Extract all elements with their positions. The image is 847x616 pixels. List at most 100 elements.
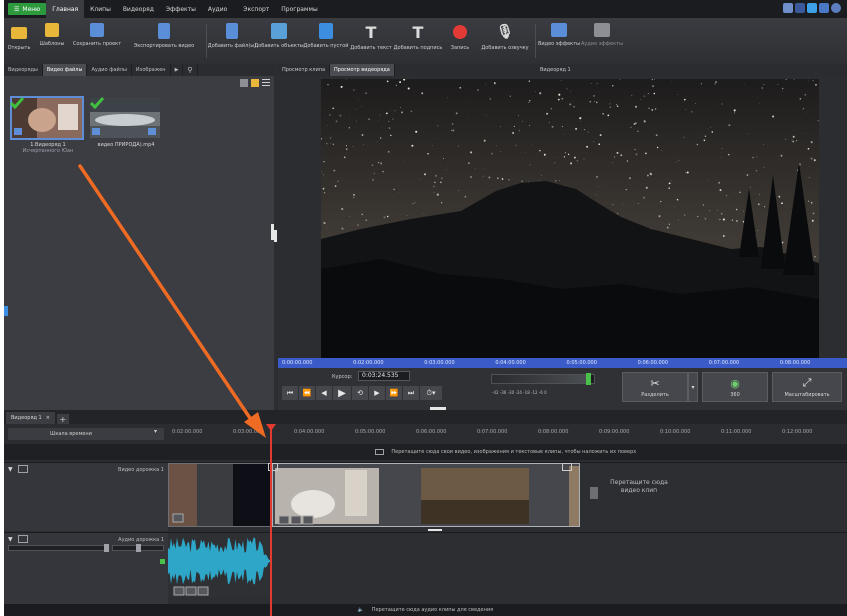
video-effects-button[interactable]: Видео эффекты (538, 18, 580, 47)
chevron-down-icon[interactable]: ▾ (154, 428, 157, 435)
mute-indicator[interactable] (160, 559, 165, 564)
next-frame-icon[interactable]: ⏩ (386, 386, 402, 400)
video-drop-zone[interactable]: Перетащите сюда видео клип (594, 479, 684, 495)
audio-effects-icon (594, 23, 610, 37)
volume-meter[interactable] (491, 373, 595, 385)
toolbar: Открыть Шаблоны Сохранить проект Экспорт… (4, 18, 847, 64)
tab-clip-preview[interactable]: Просмотр клипа (278, 64, 331, 76)
collapse-icon[interactable]: ▼ (8, 466, 13, 473)
add-files-button[interactable]: Добавить файл(ы) (208, 18, 256, 49)
overlay-track-drop-zone[interactable]: Перетащите сюда свои видео, изображения … (4, 444, 847, 460)
menu-audio[interactable]: Аудио (202, 0, 233, 18)
preview-time-ruler[interactable]: 0:00:00.000 0:02:00.000 0:03:00.000 0:04… (278, 358, 847, 368)
add-caption-button[interactable]: T Добавить подпись (393, 18, 443, 52)
audio-effects-button[interactable]: Аудио эффекты (580, 18, 624, 47)
step-back-icon[interactable]: ◀ (316, 386, 332, 400)
like-icon[interactable] (783, 3, 793, 13)
slider-knob[interactable] (104, 544, 109, 552)
video-clip-2[interactable] (272, 463, 580, 527)
delete-icon[interactable] (240, 79, 248, 87)
playhead-handle[interactable] (266, 424, 276, 431)
fullscreen-button[interactable]: ⤢ Масштабировать (772, 372, 842, 402)
video-clip-1[interactable] (168, 463, 271, 527)
add-objects-button[interactable]: Добавить объекты (254, 18, 304, 49)
prev-frame-icon[interactable]: ⏪ (299, 386, 315, 400)
menu-sequence[interactable]: Видеоряд (117, 0, 160, 18)
audio-clip[interactable] (168, 533, 271, 597)
preview-splitter[interactable] (274, 230, 277, 242)
play-icon[interactable]: ▶ (333, 386, 351, 400)
search-icon[interactable]: ⚲ (183, 64, 198, 76)
media-item-label: 1.Видеоряд 1 Исчерпанного Юан (22, 142, 74, 154)
collapse-icon[interactable]: ▼ (8, 536, 13, 543)
save-project-button[interactable]: Сохранить проект (70, 18, 124, 47)
tab-sequence-preview[interactable]: Просмотр видеоряда (330, 64, 395, 76)
timeline-tick-label: 0:03:00.000 (233, 429, 264, 435)
timeline-tick-label: 0:05:00.000 (355, 429, 386, 435)
help-icon[interactable] (831, 3, 841, 13)
video-track-name: Видео дорожка 1 (118, 467, 164, 473)
audio-drop-zone[interactable]: 🔈 Перетащите сюда аудио клипы для сведен… (4, 604, 847, 616)
audio-track-icon (18, 535, 28, 543)
facebook-icon[interactable] (795, 3, 805, 13)
timeline-tick-label: 0:07:00.000 (477, 429, 508, 435)
add-caption-icon: T (412, 22, 424, 42)
templates-button[interactable]: Шаблоны (34, 18, 70, 47)
menu-programs[interactable]: Программы (275, 0, 323, 18)
record-button[interactable]: Запись (443, 18, 477, 51)
transport-buttons: ⏮ ⏪ ◀ ▶ ⟲ ▶ ⏩ ⏭ ⏱▾ (282, 386, 442, 400)
step-forward-icon[interactable]: ▶ (369, 386, 385, 400)
main-menu-button[interactable]: ☰ Меню (8, 3, 47, 15)
view-360-button[interactable]: ◉ 360 (702, 372, 768, 402)
youtube-icon[interactable] (819, 3, 829, 13)
go-to-start-icon[interactable]: ⏮ (282, 386, 298, 400)
export-video-button[interactable]: Экспортировать видео (124, 18, 204, 49)
video-track-icon (18, 465, 28, 473)
timeline-tick-label: 0:12:00.000 (782, 429, 813, 435)
speed-icon[interactable]: ⏱▾ (420, 386, 442, 400)
toolbar-separator (206, 24, 207, 58)
ruler-time: 0:04:00.000 (495, 360, 526, 366)
go-to-end-icon[interactable]: ⏭ (403, 386, 419, 400)
split-button[interactable]: ✂ Разделить (622, 372, 688, 402)
toolbar-separator (535, 24, 536, 58)
tab-video-files[interactable]: Видео файлы (42, 64, 88, 76)
audio-volume-slider[interactable] (8, 545, 108, 551)
add-sequence-icon[interactable]: + (56, 414, 69, 424)
list-view-icon[interactable] (262, 79, 270, 87)
open-button[interactable]: Открыть (4, 18, 34, 51)
tab-images[interactable]: Изображен (132, 64, 171, 76)
panel-resize-handle[interactable] (4, 306, 8, 316)
scissors-icon: ✂ (650, 376, 660, 390)
close-icon[interactable]: × (46, 415, 50, 421)
timeline-scale-select[interactable]: Шкала времени (8, 428, 164, 440)
app-window: ☰ Меню Главная Клипы Видеоряд Эффекты Ау… (4, 0, 847, 616)
menu-effects[interactable]: Эффекты (160, 0, 202, 18)
add-blank-button[interactable]: Добавить пустой (303, 18, 349, 49)
add-voiceover-button[interactable]: 🎙 Добавить озвучку (477, 18, 533, 51)
playhead[interactable] (270, 424, 272, 616)
menu-home[interactable]: Главная (46, 0, 85, 18)
menu-export[interactable]: Экспорт (237, 0, 275, 18)
slider-knob[interactable] (136, 544, 141, 552)
save-icon (90, 23, 104, 37)
audio-waveform (168, 537, 270, 596)
check-icon (89, 94, 105, 110)
tab-audio-files[interactable]: Аудио файлы (87, 64, 132, 76)
track-resize-handle[interactable] (428, 529, 442, 531)
split-dropdown[interactable]: ▾ (688, 372, 698, 402)
add-text-button[interactable]: T Добавить текст (349, 18, 393, 52)
clip-transition-icon[interactable] (562, 463, 572, 471)
fullscreen-label: Масштабировать (784, 392, 830, 398)
night-sky-frame (321, 79, 819, 359)
cursor-time-field[interactable]: 0:03:24.535 (358, 371, 410, 381)
check-icon (9, 94, 25, 110)
menu-clips[interactable]: Клипы (84, 0, 117, 18)
twitter-icon[interactable] (807, 3, 817, 13)
tab-sequences[interactable]: Видеоряды (4, 64, 43, 76)
new-folder-icon[interactable] (251, 79, 259, 87)
volume-knob[interactable] (585, 373, 591, 385)
tabs-next-arrow[interactable]: ▶ (171, 64, 184, 76)
tab-sequence-1[interactable]: Видеоряд 1 × (6, 412, 55, 424)
loop-icon[interactable]: ⟲ (352, 386, 368, 400)
